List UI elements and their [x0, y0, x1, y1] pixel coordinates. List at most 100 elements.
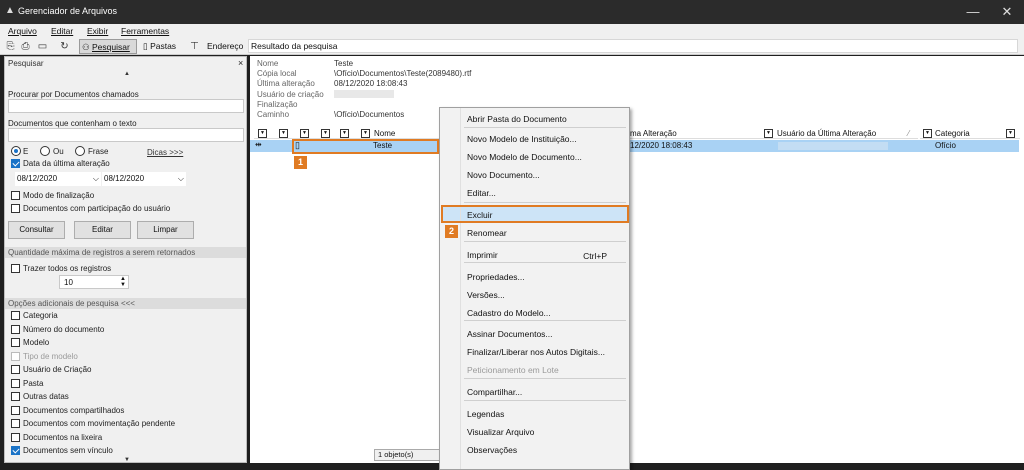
menu-editar[interactable]: Editar — [51, 26, 73, 36]
filter-dropdown-5[interactable]: ▼ — [340, 129, 349, 138]
close-icon[interactable]: ✕ — [999, 4, 1015, 20]
radio-phrase[interactable] — [75, 146, 85, 156]
extra-option-checkbox[interactable] — [11, 365, 20, 374]
binoculars-icon: ⚇ — [82, 42, 90, 52]
menu-item[interactable]: Imprimir — [467, 250, 498, 260]
filter-dropdown-category-end[interactable]: ▼ — [1006, 129, 1015, 138]
extra-option-label: Número do documento — [23, 324, 105, 334]
menu-gutter — [460, 108, 461, 469]
name-search-label: Procurar por Documentos chamados — [8, 90, 139, 99]
menu-bar: Arquivo Editar Exibir Ferramentas — [0, 24, 1024, 38]
date-to-picker[interactable]: 08/12/2020 ⌵ — [102, 172, 186, 186]
date-filter-checkbox[interactable] — [11, 159, 20, 168]
menu-ferramentas[interactable]: Ferramentas — [121, 26, 169, 36]
new-icon[interactable]: ⎘ — [4, 40, 17, 53]
refresh-icon[interactable]: ↻ — [58, 40, 71, 53]
extra-option-checkbox[interactable] — [11, 446, 20, 455]
print-shortcut: Ctrl+P — [583, 251, 607, 261]
menu-item[interactable]: Novo Documento... — [467, 170, 540, 180]
address-label: Endereço — [207, 41, 244, 51]
menu-item[interactable]: Cadastro do Modelo... — [467, 308, 551, 318]
clear-button[interactable]: Limpar — [137, 221, 194, 239]
tips-link[interactable]: Dicas >>> — [147, 148, 183, 157]
name-search-input[interactable] — [8, 99, 244, 113]
radio-or[interactable] — [40, 146, 50, 156]
filter-dropdown-1[interactable]: ▼ — [258, 129, 267, 138]
menu-exibir[interactable]: Exibir — [87, 26, 108, 36]
detail-label: Nome — [257, 59, 279, 68]
menu-item[interactable]: Assinar Documentos... — [467, 329, 553, 339]
col-last-change[interactable]: ma Alteração — [630, 128, 764, 139]
edit-button[interactable]: Editar — [74, 221, 131, 239]
menu-item[interactable]: Visualizar Arquivo — [467, 427, 534, 437]
menu-item[interactable]: Novo Modelo de Instituição... — [467, 134, 577, 144]
preview-icon[interactable]: ▭ — [36, 40, 49, 53]
extra-option-checkbox[interactable] — [11, 432, 20, 442]
search-panel-title-text: Pesquisar — [8, 59, 44, 68]
extra-option-checkbox[interactable] — [11, 392, 20, 401]
highlight-box-1 — [292, 139, 439, 154]
col-last-user[interactable]: ▼ Usuário da Última Alteração ⁄ — [764, 128, 918, 139]
menu-separator — [464, 378, 626, 379]
filter-dropdown-2[interactable]: ▼ — [279, 129, 288, 138]
radio-and[interactable] — [11, 146, 21, 156]
filter-dropdown-3[interactable]: ▼ — [300, 129, 309, 138]
extra-option-checkbox — [11, 351, 20, 361]
menu-item[interactable]: Novo Modelo de Documento... — [467, 152, 582, 162]
toolbar: ⎘ ⎙ ▭ ↻ ⚇ Pesquisar ▯ Pastas ⊤ Endereço … — [0, 38, 1024, 55]
filter-dropdown-category[interactable]: ▼ — [923, 129, 932, 138]
filter-dropdown-4[interactable]: ▼ — [321, 129, 330, 138]
radio-and-label: E — [23, 147, 29, 156]
col-name[interactable]: Nome — [374, 128, 395, 139]
menu-item[interactable]: Compartilhar... — [467, 387, 522, 397]
extra-option-checkbox[interactable] — [11, 419, 20, 428]
menu-item[interactable]: Propriedades... — [467, 272, 525, 282]
extra-option-checkbox[interactable] — [11, 311, 20, 320]
extra-option-label: Modelo — [23, 338, 50, 347]
row-category: Ofício — [935, 141, 956, 150]
menu-item[interactable]: Observações — [467, 445, 517, 455]
scroll-down-icon[interactable]: ▼ — [124, 457, 130, 462]
extra-option-label: Categoria — [23, 311, 58, 320]
col-last-user-label: Usuário da Última Alteração — [777, 129, 877, 138]
folders-button-label: Pastas — [150, 41, 177, 51]
scroll-up-icon[interactable]: ▲ — [124, 71, 130, 77]
filter-dropdown-user[interactable]: ▼ — [764, 129, 773, 138]
extra-option-checkbox[interactable] — [11, 378, 20, 388]
detail-value: 08/12/2020 18:08:43 — [334, 79, 408, 89]
detail-value: Teste — [334, 59, 354, 68]
status-count: 1 objeto(s) — [374, 449, 444, 461]
finalization-mode-checkbox[interactable] — [11, 191, 20, 200]
filter-dropdown-name[interactable]: ▼ — [361, 129, 370, 138]
user-docs-checkbox[interactable] — [11, 204, 20, 213]
date-from-picker[interactable]: 08/12/2020 ⌵ — [15, 172, 101, 186]
col-category[interactable]: ▼ Categoria ▼ — [920, 128, 1020, 139]
address-input[interactable]: Resultado da pesquisa — [248, 39, 1018, 53]
extra-option-label: Documentos sem vínculo — [23, 446, 113, 455]
menu-item[interactable]: Legendas — [467, 409, 504, 419]
search-panel-close-icon[interactable]: × — [238, 58, 243, 68]
menu-separator — [464, 241, 626, 242]
text-search-input[interactable] — [8, 128, 244, 142]
menu-item[interactable]: Editar... — [467, 188, 496, 198]
max-records-input[interactable]: 10 ▲ ▼ — [59, 275, 129, 289]
print-icon[interactable]: ⎙ — [19, 40, 32, 53]
all-records-checkbox[interactable] — [11, 264, 20, 273]
minimize-icon[interactable]: — — [965, 4, 981, 20]
menu-arquivo[interactable]: Arquivo — [8, 26, 37, 36]
menu-item[interactable]: Renomear — [467, 228, 507, 238]
folders-button[interactable]: ▯ Pastas — [141, 39, 183, 54]
search-button[interactable]: ⚇ Pesquisar — [79, 39, 137, 54]
spinner-icon[interactable]: ▲ ▼ — [120, 276, 126, 288]
query-button[interactable]: Consultar — [8, 221, 65, 239]
extra-option-checkbox[interactable] — [11, 405, 20, 415]
pin-icon[interactable]: ⊤ — [188, 40, 201, 53]
menu-item[interactable]: Abrir Pasta do Documento — [467, 114, 567, 124]
extra-option-checkbox[interactable] — [11, 338, 20, 347]
extra-option-checkbox[interactable] — [11, 324, 20, 334]
search-panel-title: Pesquisar — [5, 58, 246, 69]
menu-item[interactable]: Versões... — [467, 290, 505, 300]
extra-options-header[interactable]: Opções adicionais de pesquisa <<< — [5, 298, 246, 309]
extra-option-label: Tipo de modelo — [23, 351, 78, 361]
menu-item[interactable]: Finalizar/Liberar nos Autos Digitais... — [467, 347, 605, 357]
